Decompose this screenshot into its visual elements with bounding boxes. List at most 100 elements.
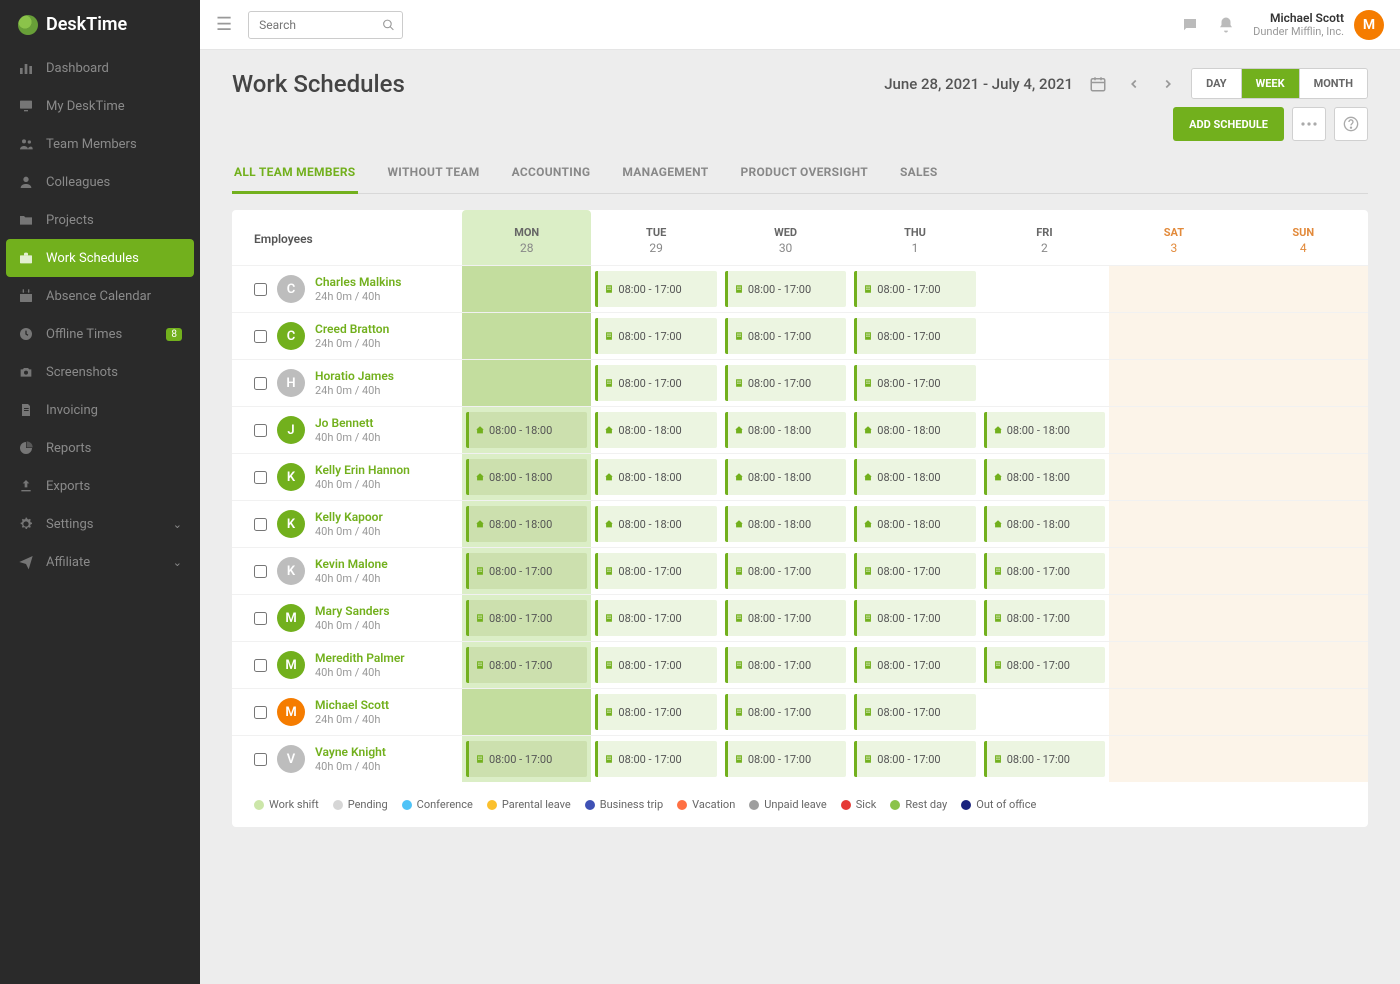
shift-block[interactable]: 08:00 - 18:00	[595, 506, 716, 542]
shift-block[interactable]: 08:00 - 17:00	[984, 741, 1105, 777]
schedule-cell[interactable]	[1109, 407, 1238, 453]
sidebar-item-screenshots[interactable]: Screenshots	[0, 353, 200, 391]
schedule-cell[interactable]	[1109, 642, 1238, 688]
schedule-cell[interactable]: 08:00 - 17:00	[721, 313, 850, 359]
schedule-cell[interactable]	[980, 360, 1109, 406]
schedule-cell[interactable]: 08:00 - 18:00	[721, 501, 850, 547]
schedule-cell[interactable]: 08:00 - 17:00	[721, 548, 850, 594]
employee-checkbox[interactable]	[254, 565, 267, 578]
employee-name[interactable]: Kevin Malone	[315, 557, 388, 571]
schedule-cell[interactable]: 08:00 - 17:00	[721, 266, 850, 312]
sidebar-item-my-desktime[interactable]: My DeskTime	[0, 87, 200, 125]
employee-name[interactable]: Kelly Erin Hannon	[315, 463, 410, 477]
sidebar-item-affiliate[interactable]: Affiliate⌄	[0, 543, 200, 581]
schedule-cell[interactable]	[980, 313, 1109, 359]
schedule-cell[interactable]	[462, 689, 591, 735]
employee-name[interactable]: Meredith Palmer	[315, 651, 405, 665]
shift-block[interactable]: 08:00 - 18:00	[595, 412, 716, 448]
shift-block[interactable]: 08:00 - 18:00	[854, 459, 975, 495]
shift-block[interactable]: 08:00 - 17:00	[725, 741, 846, 777]
schedule-cell[interactable]: 08:00 - 18:00	[462, 501, 591, 547]
schedule-cell[interactable]	[1109, 689, 1238, 735]
notifications-icon[interactable]	[1217, 16, 1235, 34]
shift-block[interactable]: 08:00 - 17:00	[854, 647, 975, 683]
shift-block[interactable]: 08:00 - 17:00	[595, 647, 716, 683]
shift-block[interactable]: 08:00 - 17:00	[595, 741, 716, 777]
employee-name[interactable]: Horatio James	[315, 369, 394, 383]
shift-block[interactable]: 08:00 - 18:00	[466, 412, 587, 448]
prev-week-icon[interactable]	[1123, 73, 1145, 95]
shift-block[interactable]: 08:00 - 18:00	[725, 459, 846, 495]
schedule-cell[interactable]: 08:00 - 18:00	[980, 407, 1109, 453]
shift-block[interactable]: 08:00 - 18:00	[984, 459, 1105, 495]
schedule-cell[interactable]	[1239, 360, 1368, 406]
tab-product-oversight[interactable]: PRODUCT OVERSIGHT	[738, 155, 870, 194]
schedule-cell[interactable]: 08:00 - 17:00	[721, 689, 850, 735]
next-week-icon[interactable]	[1157, 73, 1179, 95]
shift-block[interactable]: 08:00 - 17:00	[854, 365, 975, 401]
schedule-cell[interactable]: 08:00 - 17:00	[721, 642, 850, 688]
messages-icon[interactable]	[1181, 16, 1199, 34]
schedule-cell[interactable]: 08:00 - 17:00	[591, 313, 720, 359]
shift-block[interactable]: 08:00 - 17:00	[984, 553, 1105, 589]
shift-block[interactable]: 08:00 - 17:00	[725, 600, 846, 636]
schedule-cell[interactable]	[980, 266, 1109, 312]
calendar-icon[interactable]	[1085, 71, 1111, 97]
schedule-cell[interactable]: 08:00 - 18:00	[462, 407, 591, 453]
employee-checkbox[interactable]	[254, 753, 267, 766]
shift-block[interactable]: 08:00 - 18:00	[466, 459, 587, 495]
shift-block[interactable]: 08:00 - 18:00	[466, 506, 587, 542]
sidebar-item-dashboard[interactable]: Dashboard	[0, 49, 200, 87]
shift-block[interactable]: 08:00 - 17:00	[854, 694, 975, 730]
schedule-cell[interactable]	[1239, 595, 1368, 641]
schedule-cell[interactable]: 08:00 - 17:00	[850, 360, 979, 406]
help-button[interactable]	[1334, 107, 1368, 141]
shift-block[interactable]: 08:00 - 17:00	[854, 271, 975, 307]
schedule-cell[interactable]: 08:00 - 17:00	[721, 736, 850, 782]
schedule-cell[interactable]	[462, 360, 591, 406]
employee-checkbox[interactable]	[254, 330, 267, 343]
hamburger-icon[interactable]: ☰	[216, 14, 232, 35]
view-day-button[interactable]: DAY	[1192, 69, 1241, 98]
schedule-cell[interactable]: 08:00 - 18:00	[721, 454, 850, 500]
employee-checkbox[interactable]	[254, 283, 267, 296]
employee-checkbox[interactable]	[254, 612, 267, 625]
shift-block[interactable]: 08:00 - 18:00	[854, 412, 975, 448]
shift-block[interactable]: 08:00 - 17:00	[466, 600, 587, 636]
schedule-cell[interactable]: 08:00 - 17:00	[462, 548, 591, 594]
schedule-cell[interactable]: 08:00 - 17:00	[850, 595, 979, 641]
schedule-cell[interactable]	[1109, 501, 1238, 547]
search-icon[interactable]	[382, 18, 395, 31]
tab-without-team[interactable]: WITHOUT TEAM	[386, 155, 482, 194]
shift-block[interactable]: 08:00 - 17:00	[854, 553, 975, 589]
schedule-cell[interactable]	[1239, 266, 1368, 312]
schedule-cell[interactable]	[1239, 313, 1368, 359]
schedule-cell[interactable]	[1239, 548, 1368, 594]
employee-checkbox[interactable]	[254, 424, 267, 437]
tab-management[interactable]: MANAGEMENT	[620, 155, 710, 194]
sidebar-item-absence-calendar[interactable]: Absence Calendar	[0, 277, 200, 315]
shift-block[interactable]: 08:00 - 17:00	[854, 600, 975, 636]
schedule-cell[interactable]	[1239, 501, 1368, 547]
schedule-cell[interactable]: 08:00 - 17:00	[591, 642, 720, 688]
view-month-button[interactable]: MONTH	[1299, 69, 1367, 98]
schedule-cell[interactable]: 08:00 - 17:00	[980, 595, 1109, 641]
schedule-cell[interactable]: 08:00 - 18:00	[591, 407, 720, 453]
schedule-cell[interactable]: 08:00 - 18:00	[850, 407, 979, 453]
schedule-cell[interactable]: 08:00 - 17:00	[591, 595, 720, 641]
search-input[interactable]	[248, 11, 403, 39]
schedule-cell[interactable]	[1239, 454, 1368, 500]
more-options-button[interactable]	[1292, 107, 1326, 141]
employee-name[interactable]: Vayne Knight	[315, 745, 386, 759]
schedule-cell[interactable]	[1239, 736, 1368, 782]
user-menu[interactable]: Michael Scott Dunder Mifflin, Inc. M	[1253, 10, 1384, 40]
sidebar-item-colleagues[interactable]: Colleagues	[0, 163, 200, 201]
shift-block[interactable]: 08:00 - 18:00	[595, 459, 716, 495]
sidebar-item-offline-times[interactable]: Offline Times8	[0, 315, 200, 353]
schedule-cell[interactable]: 08:00 - 17:00	[850, 689, 979, 735]
schedule-cell[interactable]: 08:00 - 17:00	[591, 689, 720, 735]
view-week-button[interactable]: WEEK	[1241, 69, 1299, 98]
shift-block[interactable]: 08:00 - 17:00	[725, 271, 846, 307]
schedule-cell[interactable]	[1109, 360, 1238, 406]
schedule-cell[interactable]	[1109, 266, 1238, 312]
